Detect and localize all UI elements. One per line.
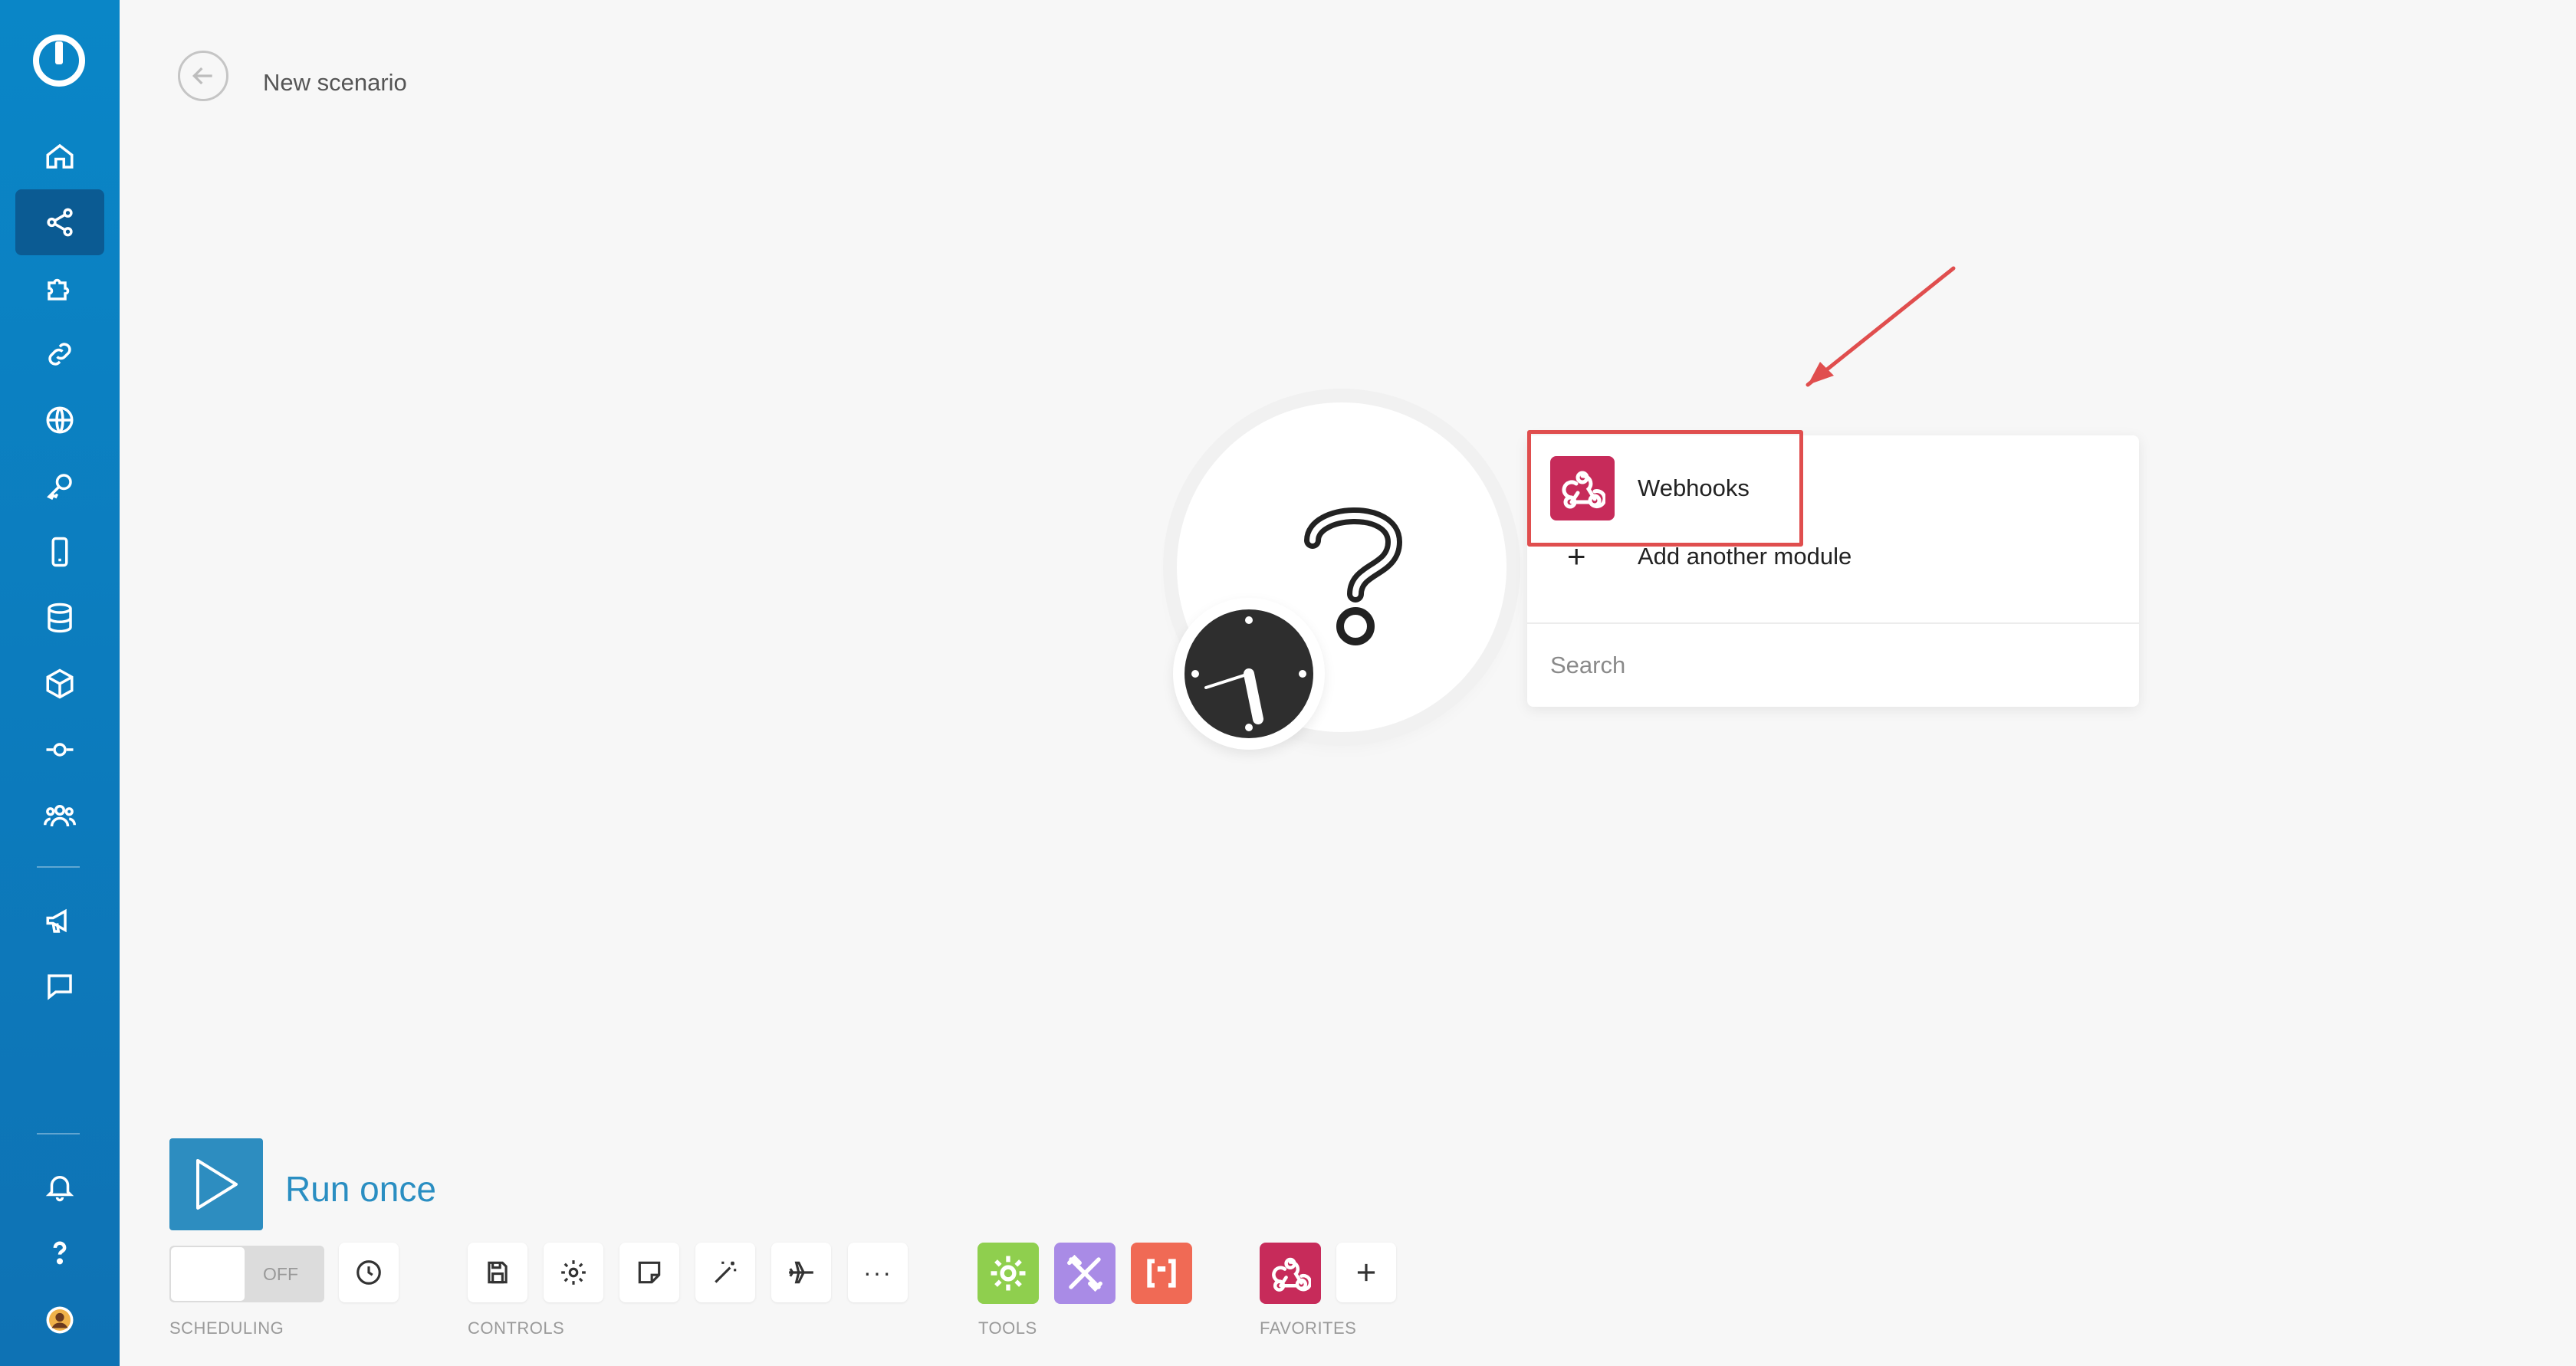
module-dropdown: Webhooks + Add another module	[1527, 435, 2139, 707]
arrow-left-icon	[192, 67, 212, 85]
box-icon	[46, 668, 74, 699]
sidebar-divider	[37, 866, 80, 868]
clock-outline-icon	[356, 1260, 381, 1285]
help-icon	[53, 1241, 67, 1265]
run-once-button[interactable]	[169, 1138, 263, 1230]
sidebar-item-notifications[interactable]	[15, 1154, 104, 1220]
sidebar-divider	[37, 1133, 80, 1135]
sidebar-item-scenarios[interactable]	[15, 189, 104, 255]
add-favorite-button[interactable]	[1336, 1243, 1396, 1302]
sidebar-item-flow[interactable]	[15, 717, 104, 783]
scheduling-label: SCHEDULING	[169, 1318, 284, 1338]
tools-json[interactable]	[1131, 1243, 1192, 1304]
globe-icon	[46, 406, 74, 434]
sidebar-item-profile[interactable]	[15, 1287, 104, 1353]
team-icon	[44, 805, 76, 827]
controls-label: CONTROLS	[468, 1318, 565, 1338]
sidebar-item-devices[interactable]	[15, 519, 104, 585]
airplane-icon	[789, 1261, 813, 1284]
sidebar-item-team[interactable]	[15, 783, 104, 849]
tools-label: TOOLS	[978, 1318, 1037, 1338]
save-icon	[488, 1261, 508, 1284]
notes-button[interactable]	[619, 1243, 679, 1302]
sidebar-item-home[interactable]	[15, 123, 104, 189]
sidebar-item-announcements[interactable]	[15, 888, 104, 954]
tools-tools[interactable]	[1054, 1243, 1116, 1304]
sidebar-item-datastores[interactable]	[15, 585, 104, 651]
sidebar-item-datastructures[interactable]	[15, 651, 104, 717]
gear-icon	[561, 1260, 586, 1285]
brackets-icon	[1147, 1259, 1176, 1288]
key-icon	[47, 474, 72, 501]
auto-align-button[interactable]	[695, 1243, 755, 1302]
avatar	[46, 1306, 74, 1334]
sidebar-item-templates[interactable]	[15, 255, 104, 321]
more-icon: ···	[863, 1259, 892, 1286]
webhooks-icon	[1272, 1257, 1311, 1292]
sidebar-item-help[interactable]	[15, 1220, 104, 1286]
tools-flow-control[interactable]	[978, 1243, 1039, 1304]
back-button[interactable]	[178, 51, 228, 101]
sidebar-item-connections[interactable]	[15, 321, 104, 387]
bell-icon	[45, 1176, 74, 1202]
puzzle-icon	[48, 278, 70, 300]
run-once-label[interactable]: Run once	[285, 1168, 436, 1210]
save-button[interactable]	[468, 1243, 527, 1302]
link-icon	[48, 343, 71, 366]
sidebar	[0, 0, 120, 1366]
webhooks-tile	[1550, 456, 1615, 520]
device-icon	[51, 537, 68, 567]
favorites-label: FAVORITES	[1260, 1318, 1357, 1338]
toggle-knob	[171, 1247, 245, 1301]
clock-icon[interactable]	[1183, 608, 1315, 740]
sidebar-item-feedback[interactable]	[15, 954, 104, 1020]
more-button[interactable]: ···	[848, 1243, 908, 1302]
home-icon	[46, 143, 74, 169]
sidebar-item-keys[interactable]	[15, 453, 104, 519]
flow-icon	[46, 743, 74, 757]
wrench-icon	[1067, 1254, 1102, 1292]
dropdown-divider	[1527, 622, 2139, 624]
sidebar-item-webhooks[interactable]	[15, 387, 104, 453]
annotation-arrow-icon	[1806, 266, 1956, 387]
explain-flow-button[interactable]	[771, 1243, 831, 1302]
add-module-label: Add another module	[1638, 543, 1852, 570]
gear-icon	[991, 1256, 1026, 1291]
plus-icon	[1357, 1263, 1375, 1282]
plus-icon: +	[1567, 538, 1586, 574]
webhooks-label: Webhooks	[1638, 474, 1750, 501]
scheduling-toggle[interactable]: OFF	[169, 1246, 324, 1302]
make-logo[interactable]	[29, 31, 89, 90]
settings-button[interactable]	[544, 1243, 603, 1302]
database-icon	[48, 603, 72, 633]
favorites-webhooks[interactable]	[1260, 1243, 1321, 1304]
play-icon	[196, 1159, 238, 1210]
module-search-input[interactable]	[1550, 642, 2118, 688]
share-icon	[47, 208, 73, 237]
webhooks-icon	[1562, 471, 1605, 509]
scenario-title[interactable]: New scenario	[263, 69, 407, 97]
add-module-option[interactable]: + Add another module	[1527, 529, 2139, 584]
schedule-settings-button[interactable]	[339, 1243, 399, 1302]
note-icon	[638, 1261, 661, 1284]
webhooks-option[interactable]: Webhooks	[1527, 454, 2139, 523]
toggle-state: OFF	[263, 1264, 298, 1284]
magic-wand-icon	[715, 1261, 737, 1283]
megaphone-icon	[46, 908, 67, 933]
chat-icon	[48, 974, 72, 1000]
